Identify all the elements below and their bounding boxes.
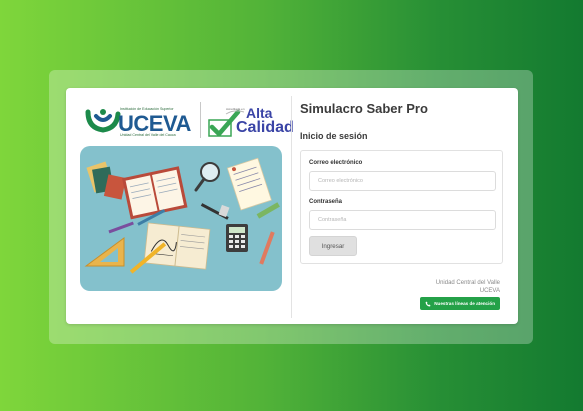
- study-illustration: [80, 146, 282, 291]
- institution-name: Unidad Central del Valle: [435, 280, 500, 286]
- phone-icon: [425, 301, 431, 306]
- password-field[interactable]: [309, 210, 496, 230]
- password-label: Contraseña: [309, 199, 343, 205]
- card-divider: [291, 96, 292, 318]
- uceva-subtitle: Unidad Central del Valle del Cauca: [120, 133, 176, 137]
- login-card: Institución de Educación Superior UCEVA …: [66, 88, 518, 324]
- accreditation-word-calidad: Calidad: [236, 119, 294, 136]
- support-lines-button[interactable]: Nuestras líneas de atención: [420, 297, 500, 310]
- login-button[interactable]: Ingresar: [309, 236, 357, 256]
- login-subtitle: Inicio de sesión: [300, 131, 368, 141]
- support-button-label: Nuestras líneas de atención: [434, 301, 495, 306]
- email-field[interactable]: [309, 171, 496, 191]
- uceva-logo-icon: [85, 109, 121, 133]
- study-desk-image: [84, 157, 280, 274]
- login-panel: Simulacro Saber Pro Inicio de sesión Cor…: [300, 88, 510, 324]
- logos-area: Institución de Educación Superior UCEVA …: [82, 102, 294, 140]
- logo-divider: [200, 102, 201, 138]
- email-label: Correo electrónico: [309, 160, 363, 166]
- institution-abbr: UCEVA: [479, 288, 500, 294]
- page-title: Simulacro Saber Pro: [300, 101, 428, 116]
- login-form: Correo electrónico Contraseña Ingresar: [300, 150, 503, 264]
